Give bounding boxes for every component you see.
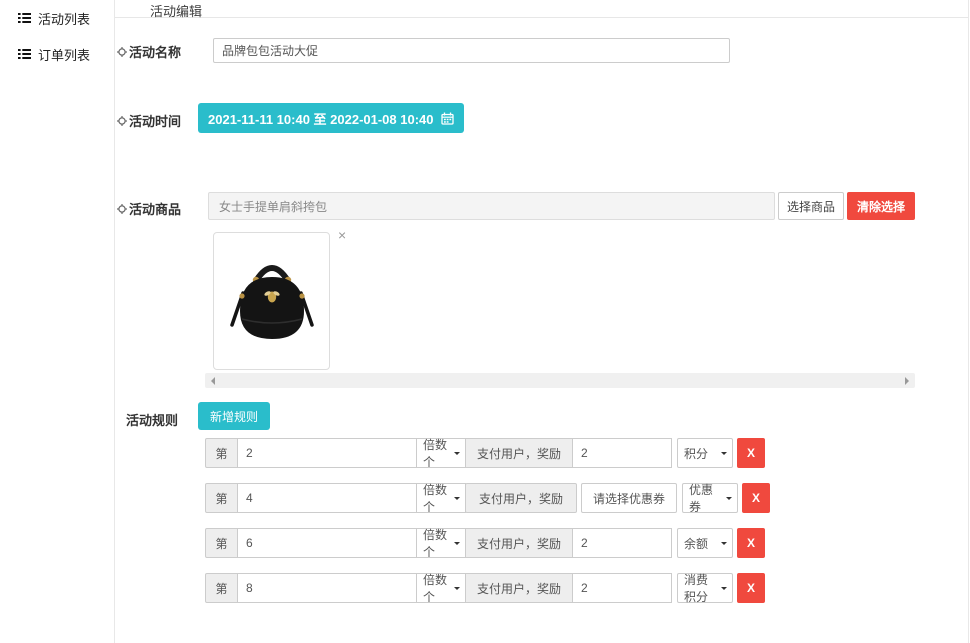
handbag-image — [226, 247, 318, 355]
date-range-text: 2021-11-11 10:40 至 2022-01-08 10:40 — [208, 109, 434, 128]
rule-count-input[interactable] — [237, 573, 417, 603]
rule-prefix-label: 第 — [205, 438, 238, 468]
rule-reward-label: 支付用户，奖励 — [465, 483, 577, 513]
activity-name-input[interactable] — [213, 38, 730, 63]
chevron-down-icon — [726, 497, 732, 503]
rule-prefix-label: 第 — [205, 573, 238, 603]
activity-name-label: 活动名称 — [115, 38, 198, 61]
rule-count-input[interactable] — [237, 528, 417, 558]
choose-product-button[interactable]: 选择商品 — [778, 192, 844, 220]
remove-product-icon[interactable]: × — [338, 228, 346, 242]
rule-row-3: 第 倍数个 支付用户，奖励 余额 X — [205, 528, 770, 558]
activity-name-row: 活动名称 — [115, 38, 968, 63]
main-content: 活动编辑 活动名称 活动时间 — [115, 0, 969, 643]
delete-rule-button[interactable]: X — [737, 528, 765, 558]
rule-type-select[interactable]: 余额 — [677, 528, 733, 558]
rule-row-2: 第 倍数个 支付用户，奖励 请选择优惠券 优惠券 X — [205, 483, 770, 513]
calendar-icon — [441, 112, 454, 125]
rule-prefix-label: 第 — [205, 483, 238, 513]
rule-unit-select[interactable]: 倍数个 — [416, 573, 466, 603]
choose-coupon-button[interactable]: 请选择优惠券 — [581, 483, 677, 513]
product-control: 选择商品 清除选择 — [208, 192, 915, 388]
scroll-left-icon[interactable] — [211, 377, 215, 385]
horizontal-scrollbar[interactable] — [205, 373, 915, 388]
rule-reward-input[interactable] — [572, 438, 672, 468]
add-rule-button[interactable]: 新增规则 — [198, 402, 270, 430]
activity-time-label: 活动时间 — [115, 103, 198, 130]
clear-selection-button[interactable]: 清除选择 — [847, 192, 915, 220]
rule-reward-input[interactable] — [572, 528, 672, 558]
product-thumbnails: × — [208, 232, 915, 370]
activity-rules-label: 活动规则 — [115, 402, 198, 429]
delete-rule-button[interactable]: X — [737, 573, 765, 603]
rule-reward-input[interactable] — [572, 573, 672, 603]
chevron-down-icon — [454, 497, 460, 503]
delete-rule-button[interactable]: X — [742, 483, 770, 513]
product-name-input[interactable] — [208, 192, 775, 220]
rule-reward-label: 支付用户，奖励 — [465, 573, 573, 603]
activity-product-label: 活动商品 — [115, 192, 198, 218]
rule-row-1: 第 倍数个 支付用户，奖励 积分 X — [205, 438, 770, 468]
rule-row-4: 第 倍数个 支付用户，奖励 消费积分 X — [205, 573, 770, 603]
rule-type-select[interactable]: 积分 — [677, 438, 733, 468]
rule-unit-select[interactable]: 倍数个 — [416, 438, 466, 468]
sidebar-item-label: 订单列表 — [38, 45, 90, 64]
rule-count-input[interactable] — [237, 438, 417, 468]
chevron-down-icon — [721, 587, 727, 593]
rule-type-select[interactable]: 优惠券 — [682, 483, 738, 513]
rules-control: 新增规则 第 倍数个 支付用户，奖励 积分 X — [198, 402, 770, 618]
activity-time-row: 活动时间 2021-11-11 10:40 至 2022-01-08 10:40 — [115, 103, 968, 133]
date-range-button[interactable]: 2021-11-11 10:40 至 2022-01-08 10:40 — [198, 103, 464, 133]
gear-icon — [117, 47, 127, 57]
chevron-down-icon — [721, 452, 727, 458]
chevron-down-icon — [721, 542, 727, 548]
activity-product-row: 活动商品 选择商品 清除选择 — [115, 192, 968, 388]
rule-reward-label: 支付用户，奖励 — [465, 528, 573, 558]
rule-type-select[interactable]: 消费积分 — [677, 573, 733, 603]
list-icon — [18, 49, 31, 59]
scroll-right-icon[interactable] — [905, 377, 909, 385]
page-title: 活动编辑 — [115, 0, 968, 18]
product-card — [213, 232, 330, 370]
delete-rule-button[interactable]: X — [737, 438, 765, 468]
list-icon — [18, 13, 31, 23]
rule-prefix-label: 第 — [205, 528, 238, 558]
rule-reward-label: 支付用户，奖励 — [465, 438, 573, 468]
sidebar: 活动列表 订单列表 — [0, 0, 115, 643]
gear-icon — [117, 204, 127, 214]
sidebar-item-order-list[interactable]: 订单列表 — [0, 44, 114, 64]
sidebar-item-label: 活动列表 — [38, 9, 90, 28]
rule-unit-select[interactable]: 倍数个 — [416, 528, 466, 558]
gear-icon — [117, 116, 127, 126]
chevron-down-icon — [454, 542, 460, 548]
chevron-down-icon — [454, 452, 460, 458]
rule-count-input[interactable] — [237, 483, 417, 513]
rule-unit-select[interactable]: 倍数个 — [416, 483, 466, 513]
sidebar-item-activity-list[interactable]: 活动列表 — [0, 8, 114, 28]
activity-rules-row: 活动规则 新增规则 第 倍数个 支付用户，奖励 积分 — [115, 402, 968, 618]
chevron-down-icon — [454, 587, 460, 593]
rule-rows: 第 倍数个 支付用户，奖励 积分 X 第 — [205, 438, 770, 603]
